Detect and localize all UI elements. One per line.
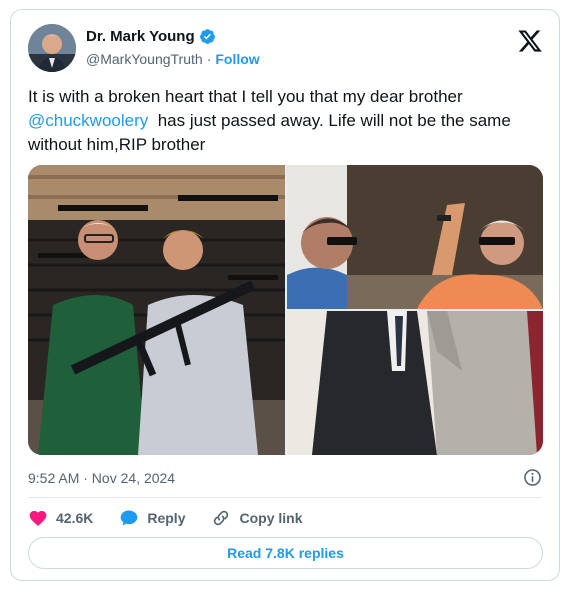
reply-button[interactable]: Reply — [119, 508, 185, 528]
read-replies-button[interactable]: Read 7.8K replies — [28, 537, 543, 569]
avatar[interactable] — [28, 24, 76, 72]
x-logo-icon[interactable] — [517, 28, 543, 54]
media-grid — [28, 165, 543, 455]
follow-button[interactable]: Follow — [215, 51, 259, 67]
timestamp[interactable]: 9:52 AM · Nov 24, 2024 — [28, 470, 175, 486]
photo-gun-shop[interactable] — [28, 165, 285, 455]
heart-icon — [29, 510, 47, 526]
tweet-text: It is with a broken heart that I tell yo… — [28, 85, 538, 157]
handle[interactable]: @MarkYoungTruth — [86, 51, 203, 67]
name-row: Dr. Mark Young — [86, 28, 216, 45]
tweet-meta: 9:52 AM · Nov 24, 2024 — [28, 467, 542, 489]
tweet-header: Dr. Mark Young @MarkYoungTruth · Follow — [28, 22, 543, 72]
action-bar: 42.6K Reply Copy link — [28, 504, 329, 532]
like-count: 42.6K — [56, 510, 94, 526]
verified-badge-icon — [199, 29, 215, 44]
reply-label: Reply — [147, 510, 186, 526]
info-icon[interactable] — [523, 468, 542, 487]
tweet-card: Dr. Mark Young @MarkYoungTruth · Follow … — [10, 9, 560, 581]
reply-bubble-icon — [121, 510, 138, 526]
mention-link[interactable]: @chuckwoolery — [28, 111, 148, 130]
like-button[interactable]: 42.6K — [28, 508, 93, 528]
link-icon — [214, 510, 229, 526]
photo-suits[interactable] — [287, 311, 543, 455]
handle-row: @MarkYoungTruth · Follow — [86, 51, 260, 67]
display-name[interactable]: Dr. Mark Young — [86, 28, 195, 45]
copy-link-label: Copy link — [239, 510, 303, 526]
copy-link-button[interactable]: Copy link — [211, 508, 303, 528]
tweet-text-part-1: It is with a broken heart that I tell yo… — [28, 87, 468, 106]
divider — [28, 497, 542, 498]
separator: · — [206, 51, 212, 67]
photo-two-men-patio[interactable] — [287, 165, 543, 309]
